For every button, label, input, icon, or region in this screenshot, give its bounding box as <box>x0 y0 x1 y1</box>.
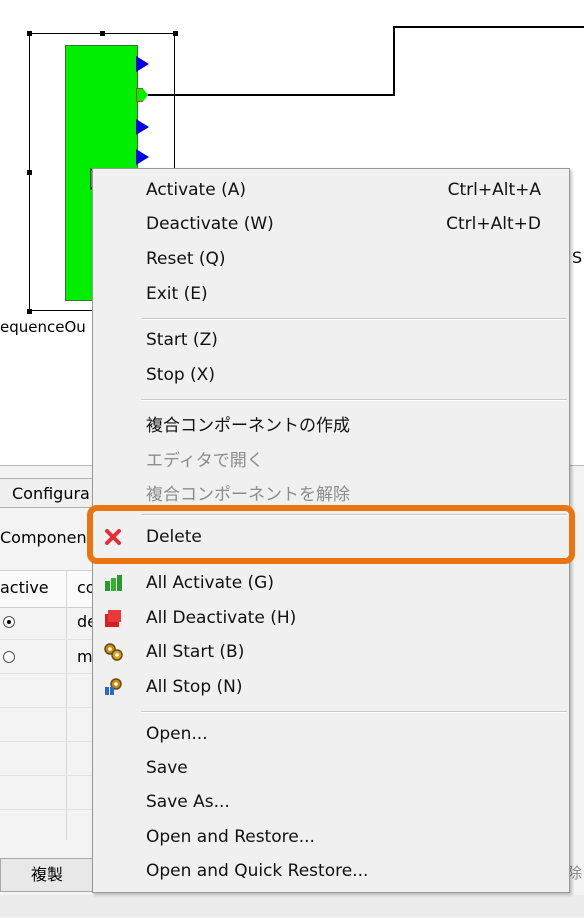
gears-stop-icon <box>105 678 122 695</box>
menu-item-label: Open... <box>146 724 208 744</box>
menu-item-all-stop[interactable]: All Stop (N) <box>93 670 569 704</box>
menu-item-open-and-quick-restore[interactable]: Open and Quick Restore... <box>93 854 569 888</box>
resize-handle[interactable] <box>27 31 32 36</box>
menu-item-reset[interactable]: Reset (Q) <box>93 242 569 276</box>
connection-wire[interactable] <box>393 26 395 96</box>
menu-separator <box>141 711 567 713</box>
duplicate-button[interactable]: 複製 <box>0 858 94 892</box>
menu-item-activate[interactable]: Activate (A) Ctrl+Alt+A <box>93 173 569 207</box>
component-name-label-partial: S <box>572 248 583 267</box>
menu-item-label: Reset (Q) <box>146 249 226 269</box>
connection-wire[interactable] <box>148 94 394 96</box>
menu-item-shortcut: Ctrl+Alt+A <box>447 180 541 200</box>
menu-item-label: Stop (X) <box>146 365 215 385</box>
menu-item-stop[interactable]: Stop (X) <box>93 358 569 392</box>
menu-item-label: All Stop (N) <box>146 677 243 697</box>
row-divider <box>0 639 100 640</box>
menu-item-all-deactivate[interactable]: All Deactivate (H) <box>93 601 569 635</box>
panel-footer <box>0 895 584 917</box>
component-name-label: equenceOu <box>0 318 86 336</box>
menu-item-open[interactable]: Open... <box>93 717 569 751</box>
menu-item-decompose-composite: 複合コンポーネントを解除 <box>93 473 569 507</box>
menu-item-label: Activate (A) <box>146 180 246 200</box>
menu-item-save-as[interactable]: Save As... <box>93 785 569 819</box>
menu-item-label: All Activate (G) <box>146 573 274 593</box>
menu-item-label: エディタで開く <box>146 451 264 471</box>
all-activate-icon <box>105 575 122 591</box>
row-divider <box>0 741 100 742</box>
menu-item-label: 複合コンポーネントを解除 <box>146 485 350 505</box>
component-field-label: Componen <box>0 528 87 547</box>
resize-handle[interactable] <box>27 309 32 314</box>
out-port[interactable] <box>136 119 149 135</box>
menu-item-label: All Deactivate (H) <box>146 608 297 628</box>
menu-item-save[interactable]: Save <box>93 751 569 785</box>
menu-item-deactivate[interactable]: Deactivate (W) Ctrl+Alt+D <box>93 207 569 241</box>
delete-highlight-annotation <box>87 505 575 564</box>
menu-item-label: Start (Z) <box>146 330 218 350</box>
out-port[interactable] <box>136 56 149 72</box>
connection-wire[interactable] <box>393 26 584 28</box>
resize-handle[interactable] <box>173 31 178 36</box>
row-divider <box>0 775 100 776</box>
row-divider <box>0 809 100 810</box>
all-deactivate-icon <box>105 610 121 627</box>
menu-item-label: All Start (B) <box>146 642 245 662</box>
menu-separator <box>141 318 567 320</box>
menu-item-all-start[interactable]: All Start (B) <box>93 635 569 669</box>
gears-start-icon <box>104 643 123 661</box>
menu-item-label: Exit (E) <box>146 284 208 304</box>
column-divider <box>66 570 67 840</box>
menu-item-open-and-restore[interactable]: Open and Restore... <box>93 820 569 854</box>
menu-item-start[interactable]: Start (Z) <box>93 323 569 357</box>
menu-item-label: 複合コンポーネントの作成 <box>146 416 350 436</box>
out-port[interactable] <box>136 149 149 165</box>
menu-item-label: Save As... <box>146 792 230 812</box>
resize-handle[interactable] <box>100 31 105 36</box>
column-header-active[interactable]: active <box>0 578 49 597</box>
menu-item-create-composite[interactable]: 複合コンポーネントの作成 <box>93 404 569 438</box>
menu-item-all-activate[interactable]: All Activate (G) <box>93 566 569 600</box>
menu-item-open-in-editor: エディタで開く <box>93 439 569 473</box>
active-radio[interactable] <box>3 616 15 628</box>
menu-item-label: Deactivate (W) <box>146 214 274 234</box>
menu-item-label: Save <box>146 758 188 778</box>
row-divider <box>0 707 100 708</box>
row-divider <box>0 673 100 674</box>
active-radio[interactable] <box>3 651 15 663</box>
resize-handle[interactable] <box>27 170 32 175</box>
menu-item-label: Open and Restore... <box>146 827 315 847</box>
menu-item-exit[interactable]: Exit (E) <box>93 277 569 311</box>
tab-configuration[interactable]: Configura <box>0 478 100 508</box>
menu-item-shortcut: Ctrl+Alt+D <box>446 214 541 234</box>
menu-separator <box>141 399 567 401</box>
config-set-name[interactable]: m <box>77 647 93 666</box>
menu-item-label: Open and Quick Restore... <box>146 861 369 881</box>
